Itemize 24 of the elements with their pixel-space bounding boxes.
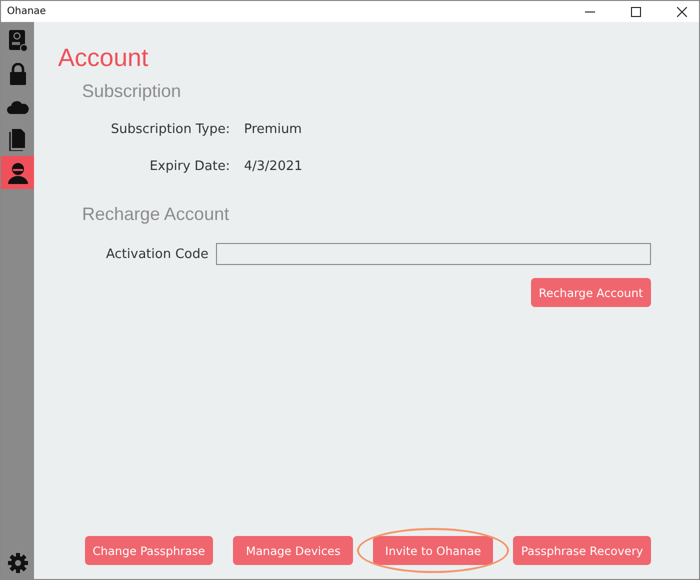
recharge-button[interactable]: Recharge Account	[530, 278, 651, 307]
section-heading: Subscription	[82, 81, 182, 102]
field-value: Premium	[244, 122, 303, 137]
maximize-icon[interactable]	[631, 6, 641, 16]
action-button[interactable]: Manage Devices	[233, 536, 354, 565]
page-title: Account	[58, 44, 150, 73]
drive-icon	[8, 30, 28, 52]
field-label: Activation Code	[106, 246, 210, 262]
action-button[interactable]: Change Passphrase	[84, 536, 214, 565]
action-button[interactable]: Passphrase Recovery	[513, 536, 651, 565]
activation-code-field[interactable]	[216, 243, 651, 265]
sidebar-item[interactable]	[1, 156, 34, 189]
window-title: Ohanae	[7, 6, 46, 17]
action-button[interactable]: Invite to Ohanae	[373, 536, 494, 565]
close-icon[interactable]	[677, 6, 687, 16]
field-value: 4/3/2021	[244, 159, 304, 174]
document-icon	[8, 128, 26, 150]
section-heading: Recharge Account	[82, 204, 230, 225]
settings-icon[interactable]	[8, 553, 28, 573]
lock-icon	[8, 62, 26, 84]
field-label: Expiry Date:	[148, 159, 230, 174]
field-label: Subscription Type:	[110, 122, 230, 137]
cloud-icon	[6, 100, 28, 114]
user-icon	[8, 162, 28, 184]
